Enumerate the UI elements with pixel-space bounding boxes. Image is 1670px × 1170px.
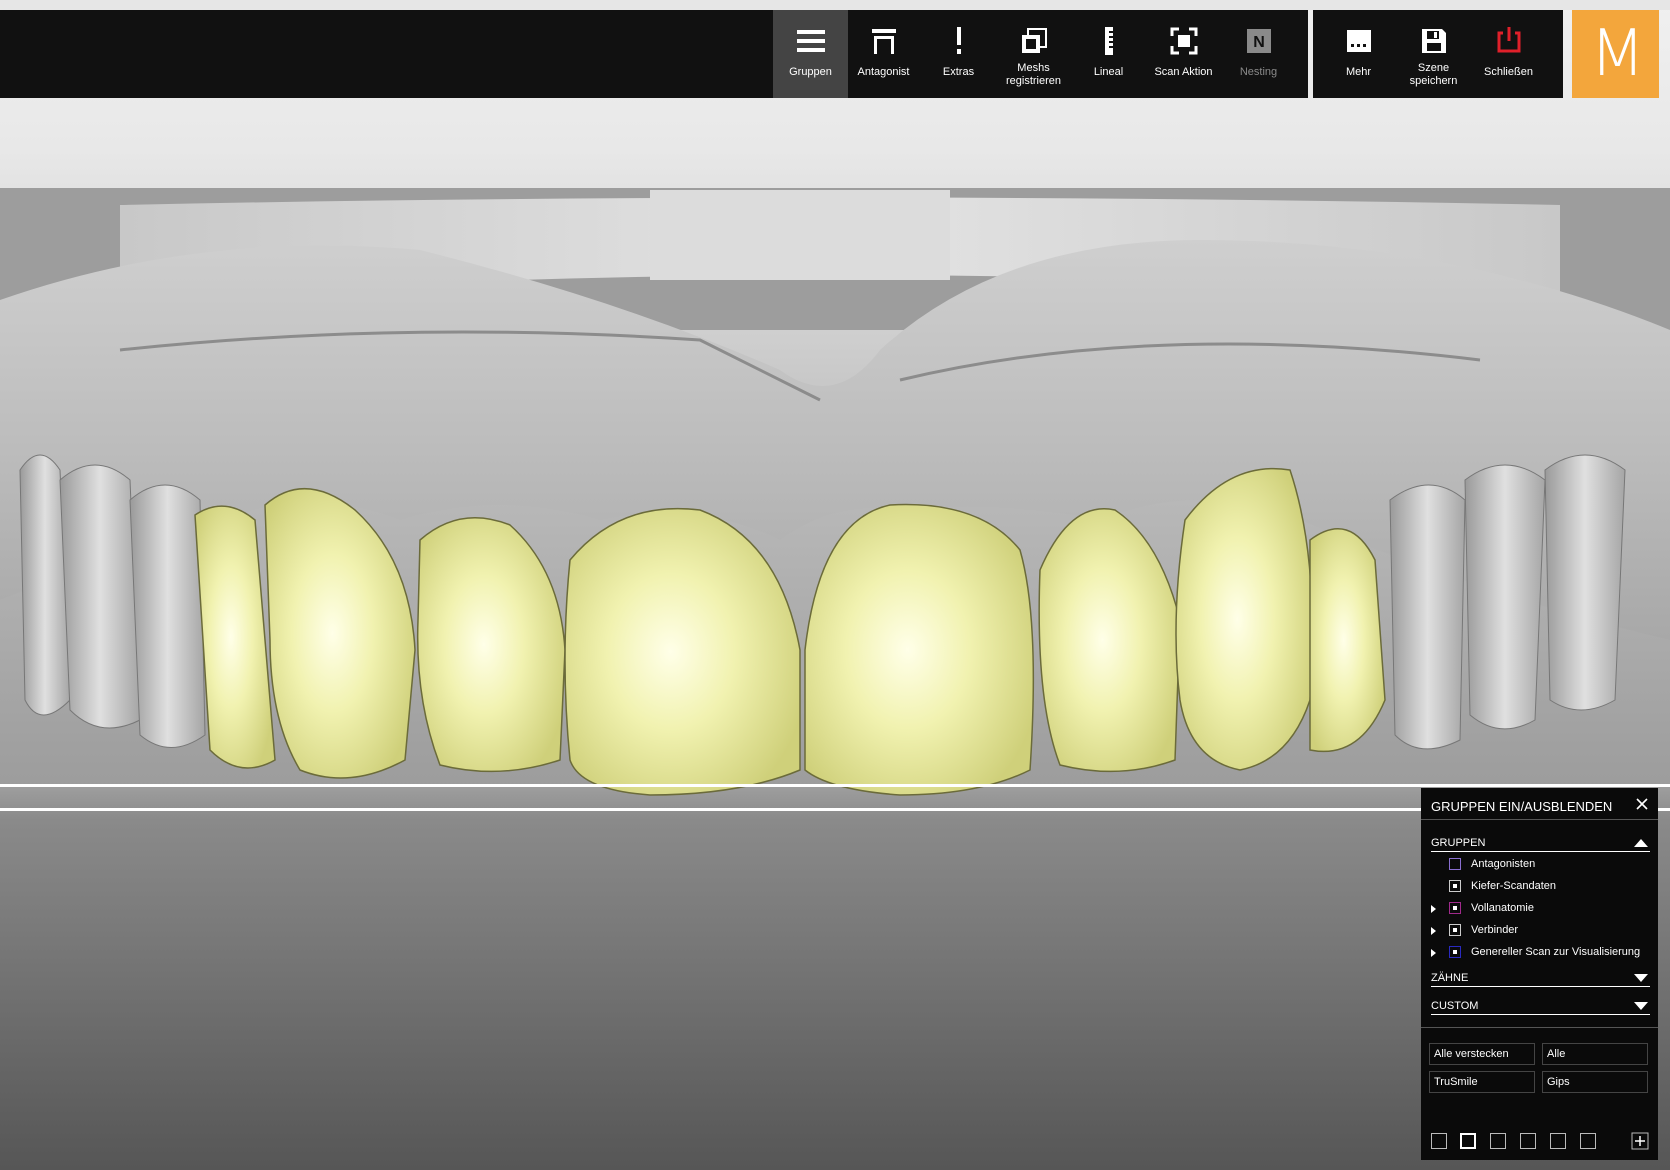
close-icon[interactable]	[1634, 796, 1650, 812]
gruppen-label: Gruppen	[789, 66, 832, 78]
section-zaehne-label: ZÄHNE	[1431, 972, 1469, 984]
group-item-vollanatomie[interactable]: Vollanatomie	[1431, 900, 1650, 918]
tooth-24	[1309, 528, 1386, 753]
view-preset-2[interactable]	[1460, 1133, 1476, 1149]
tooth-13	[194, 505, 276, 769]
tooth-12	[264, 487, 416, 779]
nesting-button[interactable]: N Nesting	[1221, 10, 1296, 98]
title-strip	[0, 0, 1670, 10]
checkbox[interactable]	[1449, 858, 1461, 870]
ground-line	[0, 808, 1670, 811]
scan-aktion-label: Scan Aktion	[1154, 66, 1213, 78]
group-name: Antagonisten	[1471, 858, 1536, 870]
section-custom-label: CUSTOM	[1431, 1000, 1479, 1012]
panel-title: GRUPPEN EIN/AUSBLENDEN	[1431, 799, 1613, 814]
exclamation-icon	[956, 27, 961, 54]
szene-speichern-button[interactable]: Szene speichern	[1396, 10, 1471, 98]
view-preset-1[interactable]	[1431, 1133, 1447, 1149]
checkbox[interactable]	[1449, 946, 1461, 958]
groups-panel: GRUPPEN EIN/AUSBLENDEN GRUPPEN Antagonis…	[1421, 788, 1658, 1158]
menu-icon	[796, 30, 825, 52]
meshs-registrieren-label: Meshs registrieren	[1005, 62, 1062, 87]
view-presets-bar	[1421, 1122, 1658, 1160]
alle-button[interactable]: Alle	[1542, 1043, 1648, 1065]
save-icon	[1421, 29, 1446, 53]
mehr-label: Mehr	[1345, 66, 1372, 78]
view-preset-6[interactable]	[1580, 1133, 1596, 1149]
schliessen-button[interactable]: Schließen	[1471, 10, 1546, 98]
scan-icon	[1170, 27, 1197, 55]
divider	[1421, 819, 1658, 820]
meshs-registrieren-button[interactable]: Meshs registrieren	[996, 10, 1071, 98]
dental-model-scene[interactable]	[0, 0, 1670, 1170]
group-name: Verbinder	[1471, 924, 1519, 936]
alle-verstecken-button[interactable]: Alle verstecken	[1429, 1043, 1535, 1065]
posterior-teeth-right	[1389, 454, 1626, 750]
tooth-21	[804, 503, 1035, 796]
checkbox[interactable]	[1449, 924, 1461, 936]
scan-aktion-button[interactable]: Scan Aktion	[1146, 10, 1221, 98]
szene-speichern-label: Szene speichern	[1409, 62, 1458, 87]
tooth-22	[1038, 508, 1181, 773]
chevron-up-icon	[1634, 839, 1648, 847]
gruppen-button[interactable]: Gruppen	[773, 10, 848, 98]
divider	[1421, 1027, 1658, 1028]
section-custom[interactable]: CUSTOM	[1431, 996, 1650, 1015]
ground-line	[0, 784, 1670, 787]
more-icon	[1346, 30, 1371, 52]
extras-button[interactable]: Extras	[921, 10, 996, 98]
expand-icon[interactable]	[1431, 927, 1436, 935]
brand-logo[interactable]: M	[1572, 10, 1659, 98]
antagonist-button[interactable]: Antagonist	[846, 10, 921, 98]
tooth-11a	[416, 516, 566, 773]
section-gruppen[interactable]: GRUPPEN	[1431, 833, 1650, 852]
scan-rim-center	[650, 190, 950, 280]
group-item-verbinder[interactable]: Verbinder	[1431, 922, 1650, 940]
nesting-label: Nesting	[1239, 66, 1278, 78]
chevron-down-icon	[1634, 974, 1648, 982]
section-gruppen-label: GRUPPEN	[1431, 837, 1486, 849]
ruler-icon	[1104, 27, 1113, 55]
group-name: Kiefer-Scandaten	[1471, 880, 1556, 892]
view-preset-4[interactable]	[1520, 1133, 1536, 1149]
mehr-button[interactable]: Mehr	[1321, 10, 1396, 98]
mesh-register-icon	[1021, 28, 1047, 53]
view-preset-3[interactable]	[1490, 1133, 1506, 1149]
group-item-antagonisten[interactable]: Antagonisten	[1431, 856, 1650, 874]
trusmile-button[interactable]: TruSmile	[1429, 1071, 1535, 1093]
antagonist-icon	[871, 29, 896, 54]
expand-icon[interactable]	[1431, 905, 1436, 913]
expand-icon[interactable]	[1431, 949, 1436, 957]
schliessen-label: Schließen	[1484, 66, 1533, 78]
3d-viewport[interactable]	[0, 0, 1670, 1170]
nesting-glyph: N	[1253, 34, 1265, 51]
lineal-label: Lineal	[1093, 66, 1124, 78]
lineal-button[interactable]: Lineal	[1071, 10, 1146, 98]
add-icon[interactable]	[1631, 1132, 1649, 1150]
chevron-down-icon	[1634, 1002, 1648, 1010]
tooth-11	[564, 507, 801, 796]
nesting-icon: N	[1246, 29, 1271, 53]
antagonist-label: Antagonist	[857, 66, 910, 78]
power-icon	[1497, 27, 1520, 53]
group-name: Vollanatomie	[1471, 902, 1534, 914]
checkbox[interactable]	[1449, 902, 1461, 914]
extras-label: Extras	[942, 66, 975, 78]
group-name: Genereller Scan zur Visualisierung	[1471, 946, 1641, 958]
tooth-23	[1175, 467, 1314, 771]
posterior-teeth-left	[19, 454, 206, 748]
group-item-genereller-scan[interactable]: Genereller Scan zur Visualisierung	[1431, 944, 1650, 962]
gips-button[interactable]: Gips	[1542, 1071, 1648, 1093]
group-item-kiefer-scandaten[interactable]: Kiefer-Scandaten	[1431, 878, 1650, 896]
checkbox[interactable]	[1449, 880, 1461, 892]
section-zaehne[interactable]: ZÄHNE	[1431, 968, 1650, 987]
view-preset-5[interactable]	[1550, 1133, 1566, 1149]
brand-letter: M	[1589, 17, 1645, 91]
